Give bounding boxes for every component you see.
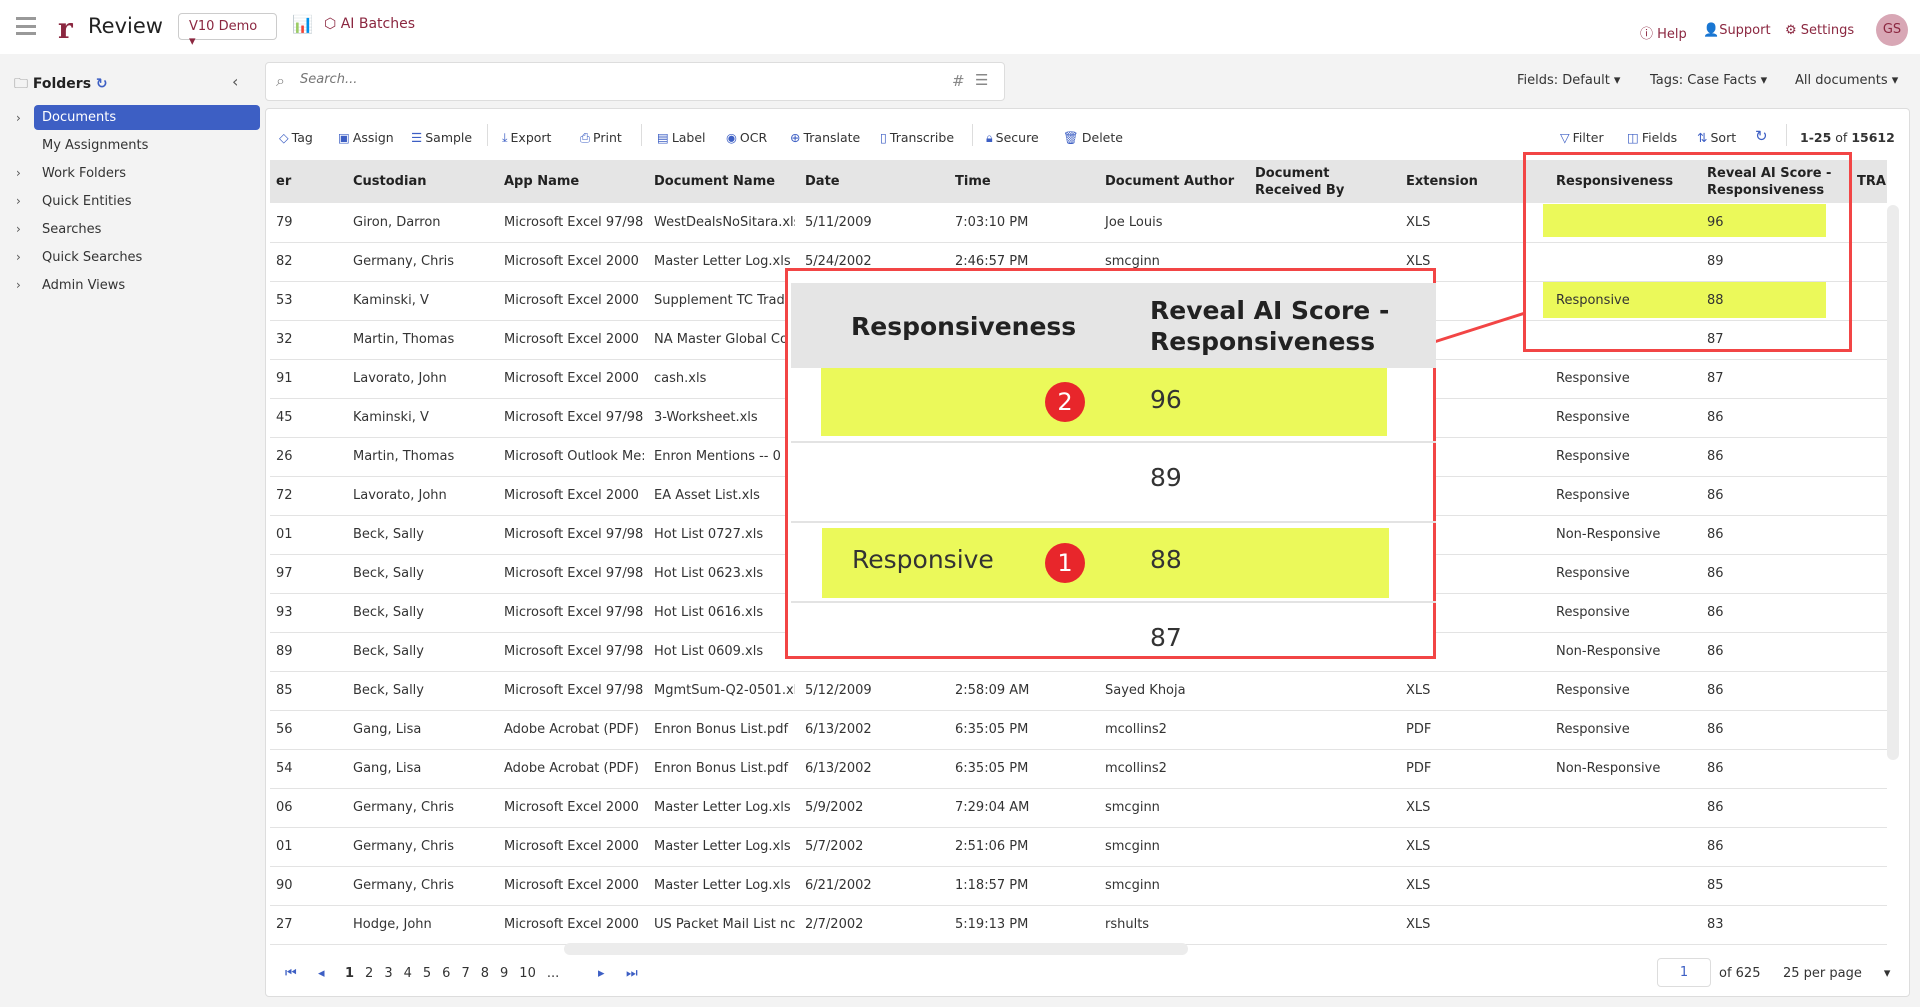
page-link[interactable]: 8 (481, 966, 489, 981)
next-page-button[interactable]: ▸ (598, 966, 605, 981)
connector-line (1433, 311, 1526, 344)
callout-col-score: Reveal AI Score - Responsiveness (1150, 296, 1390, 356)
callout-score: 89 (1150, 463, 1182, 492)
page-link[interactable]: ... (547, 966, 559, 981)
callout-responsiveness: Responsive (852, 545, 994, 574)
callout-score: 87 (1150, 623, 1182, 652)
badge-2: 2 (1045, 382, 1085, 422)
divider (791, 521, 1436, 523)
callout-col-responsiveness: Responsiveness (851, 312, 1077, 341)
callout-highlight-1 (821, 368, 1387, 436)
callout-score: 88 (1150, 545, 1182, 574)
page-link[interactable]: 6 (442, 966, 450, 981)
caret-down-icon: ▾ (1883, 966, 1891, 981)
page-link[interactable]: 10 (519, 966, 536, 981)
per-page-dropdown[interactable]: 25 per page ▾ (1783, 966, 1890, 981)
divider (791, 601, 1436, 603)
prev-page-button[interactable]: ◂ (318, 966, 325, 981)
first-page-button[interactable]: ⏮ (285, 966, 297, 981)
page-count: of 625 (1719, 966, 1761, 981)
page-link[interactable]: 7 (461, 966, 469, 981)
per-page-label: 25 per page (1783, 966, 1862, 981)
page-link[interactable]: 5 (423, 966, 431, 981)
callout-score: 96 (1150, 385, 1182, 414)
page-input[interactable]: 1 (1657, 958, 1711, 987)
page-link[interactable]: 9 (500, 966, 508, 981)
last-page-button[interactable]: ⏭ (626, 966, 638, 981)
zoom-callout: Responsiveness Reveal AI Score - Respons… (785, 268, 1436, 659)
page-link[interactable]: 2 (365, 966, 373, 981)
badge-1: 1 (1045, 543, 1085, 583)
divider (791, 441, 1436, 443)
page-numbers: 1 2 3 4 5 6 7 8 9 10... (345, 966, 559, 981)
page-link[interactable]: 3 (384, 966, 392, 981)
page-link[interactable]: 4 (404, 966, 412, 981)
page-link[interactable]: 1 (345, 966, 354, 981)
